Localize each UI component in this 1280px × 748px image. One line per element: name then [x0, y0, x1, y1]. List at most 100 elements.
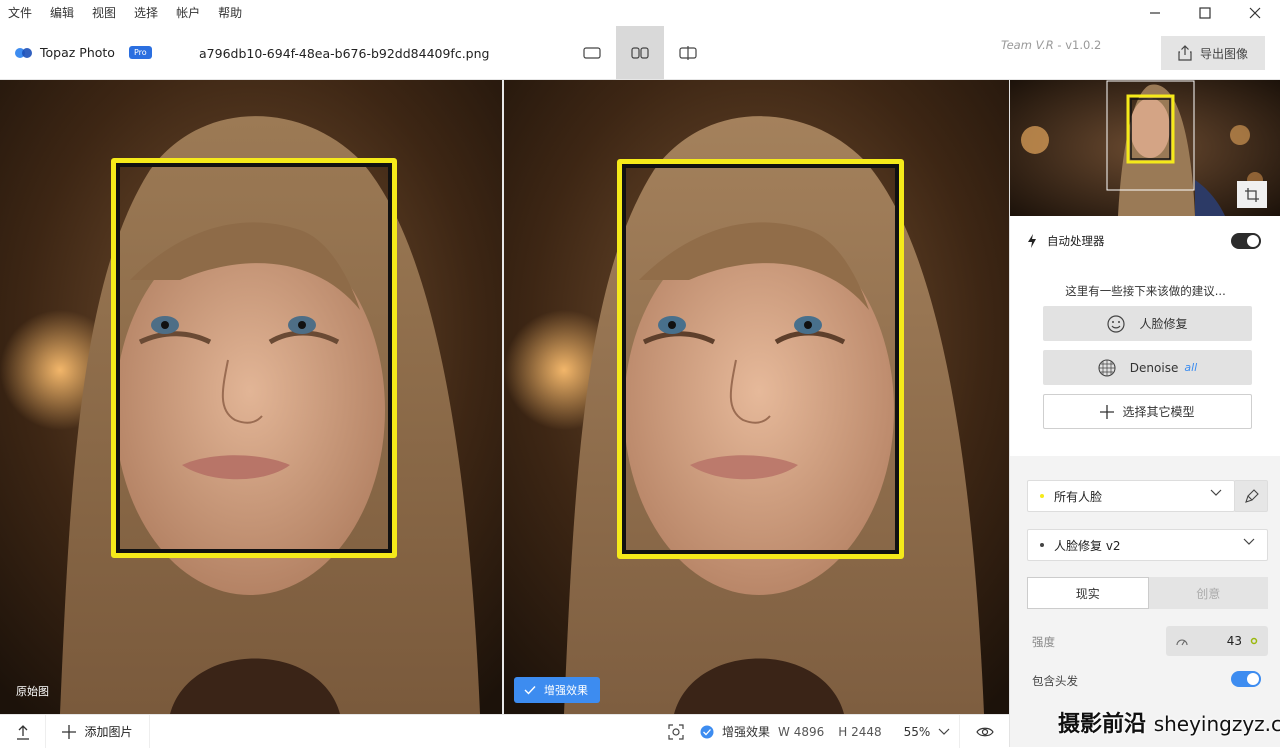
- watermark-url: sheyingzyz.com: [1153, 712, 1280, 736]
- check-icon: [524, 686, 536, 695]
- single-view-button[interactable]: [568, 26, 616, 79]
- add-image-button[interactable]: 添加图片: [46, 715, 150, 748]
- enhanced-toggle-button[interactable]: 增强效果: [514, 677, 600, 703]
- strength-input[interactable]: 43: [1166, 626, 1268, 656]
- team-label: Team V.R: [1001, 38, 1054, 52]
- chevron-down-icon: [1210, 489, 1222, 496]
- auto-processor-toggle[interactable]: [1231, 233, 1261, 249]
- export-icon: [1178, 45, 1192, 61]
- tab-realistic[interactable]: 现实: [1027, 577, 1149, 609]
- right-panel: 自动处理器 这里有一些接下来该做的建议... 人脸修复 Denoise all …: [1009, 80, 1280, 747]
- face-recovery-label: 人脸修复: [1139, 317, 1188, 331]
- close-icon: [1249, 7, 1261, 19]
- face-color-dot: [1040, 494, 1044, 498]
- gauge-icon: [1176, 639, 1188, 646]
- zoom-level[interactable]: 55%: [904, 725, 931, 739]
- top-toolbar: Topaz Photo Pro a796db10-694f-48ea-b676-…: [0, 26, 1280, 80]
- file-name: a796db10-694f-48ea-b676-b92dd84409fc.png: [199, 46, 490, 61]
- select-other-model-button[interactable]: 选择其它模型: [1043, 394, 1252, 429]
- single-view-icon: [583, 46, 601, 59]
- upload-icon: [16, 724, 29, 740]
- version-number: v1.0.2: [1065, 38, 1102, 52]
- face-scan-icon[interactable]: [668, 723, 684, 740]
- denoise-all-tag: all: [1184, 361, 1198, 374]
- chevron-down-icon: [1243, 538, 1255, 545]
- add-image-label: 添加图片: [84, 725, 133, 739]
- upload-button[interactable]: [0, 715, 46, 748]
- strength-label: 强度: [1032, 635, 1055, 649]
- include-hair-label: 包含头发: [1032, 674, 1078, 688]
- enhanced-viewer[interactable]: 增强效果: [504, 80, 1009, 714]
- menu-bar: 文件 编辑 视图 选择 帐户 帮助: [0, 0, 1280, 26]
- version-separator: -: [1053, 38, 1066, 52]
- face-detection-box[interactable]: [617, 159, 904, 559]
- minimize-button[interactable]: [1130, 0, 1180, 26]
- image-info: 增强效果 W 4896 H 2448 55%: [668, 715, 950, 748]
- plus-icon: [62, 724, 77, 739]
- denoise-button[interactable]: Denoise all: [1043, 350, 1252, 385]
- menu-select[interactable]: 选择: [134, 4, 158, 21]
- face-brush-button[interactable]: [1234, 480, 1268, 512]
- mode-tabs: 现实 创意: [1027, 577, 1268, 609]
- original-viewer[interactable]: 原始图: [0, 80, 502, 714]
- app-name: Topaz Photo: [40, 45, 115, 60]
- split-view-icon: [679, 45, 697, 60]
- app-logo: Topaz Photo Pro: [14, 45, 152, 60]
- smile-icon: [1107, 314, 1126, 333]
- menu-account[interactable]: 帐户: [176, 4, 200, 21]
- lightning-icon: [1028, 234, 1036, 248]
- navigator-thumbnail[interactable]: [1010, 80, 1280, 216]
- export-button[interactable]: 导出图像: [1161, 36, 1265, 70]
- select-other-model-label: 选择其它模型: [1122, 405, 1195, 419]
- maximize-icon: [1199, 7, 1211, 19]
- minimize-icon: [1150, 12, 1160, 14]
- status-bar: 添加图片 增强效果 W 4896 H 2448 55%: [0, 714, 1009, 748]
- strength-value: 43: [1226, 634, 1242, 648]
- model-dot: [1040, 543, 1044, 547]
- effect-label: 增强效果: [722, 725, 771, 739]
- topaz-logo-icon: [15, 47, 32, 58]
- model-select-label: 人脸修复 v2: [1054, 538, 1121, 553]
- menu-list: 文件 编辑 视图 选择 帐户 帮助: [8, 4, 242, 21]
- face-select-label: 所有人脸: [1054, 489, 1103, 504]
- face-select-dropdown[interactable]: 所有人脸: [1027, 480, 1235, 512]
- tab-creative[interactable]: 创意: [1148, 577, 1268, 609]
- image-height: H 2448: [838, 724, 882, 739]
- auto-processor-label: 自动处理器: [1047, 234, 1105, 248]
- suggestion-text: 这里有一些接下来该做的建议...: [1065, 284, 1226, 298]
- eye-icon: [975, 727, 994, 736]
- split-view-button[interactable]: [664, 26, 712, 79]
- menu-edit[interactable]: 编辑: [50, 4, 74, 21]
- denoise-label: Denoise: [1129, 360, 1179, 375]
- version-label: Team V.R - v1.0.2: [1001, 38, 1101, 52]
- preview-eye-button[interactable]: [959, 715, 1009, 748]
- status-dot-icon: [1250, 637, 1258, 645]
- side-by-side-icon: [631, 46, 649, 59]
- menu-file[interactable]: 文件: [8, 4, 32, 21]
- menu-view[interactable]: 视图: [92, 4, 116, 21]
- brush-icon: [1245, 489, 1259, 503]
- grid-globe-icon: [1098, 358, 1116, 377]
- image-width: W 4896: [778, 724, 825, 739]
- close-button[interactable]: [1230, 0, 1280, 26]
- include-hair-toggle[interactable]: [1231, 671, 1261, 687]
- model-select-dropdown[interactable]: 人脸修复 v2: [1027, 529, 1268, 561]
- maximize-button[interactable]: [1180, 0, 1230, 26]
- chevron-down-icon[interactable]: [938, 728, 950, 736]
- window-controls: [1130, 0, 1280, 26]
- plus-icon: [1100, 404, 1115, 419]
- side-by-side-view-button[interactable]: [616, 26, 664, 79]
- original-label: 原始图: [16, 685, 49, 698]
- export-label: 导出图像: [1199, 46, 1248, 61]
- check-circle-icon: [700, 725, 714, 738]
- watermark: 摄影前沿 sheyingzyz.com: [1058, 706, 1280, 738]
- enhanced-label: 增强效果: [544, 684, 588, 697]
- face-recovery-button[interactable]: 人脸修复: [1043, 306, 1252, 341]
- menu-help[interactable]: 帮助: [218, 4, 242, 21]
- watermark-cn: 摄影前沿: [1058, 712, 1147, 737]
- face-detection-box[interactable]: [111, 158, 397, 558]
- crop-button[interactable]: [1237, 181, 1267, 208]
- crop-icon: [1245, 187, 1259, 202]
- auto-processor-row: 自动处理器: [1027, 233, 1105, 249]
- pro-badge: Pro: [128, 46, 152, 59]
